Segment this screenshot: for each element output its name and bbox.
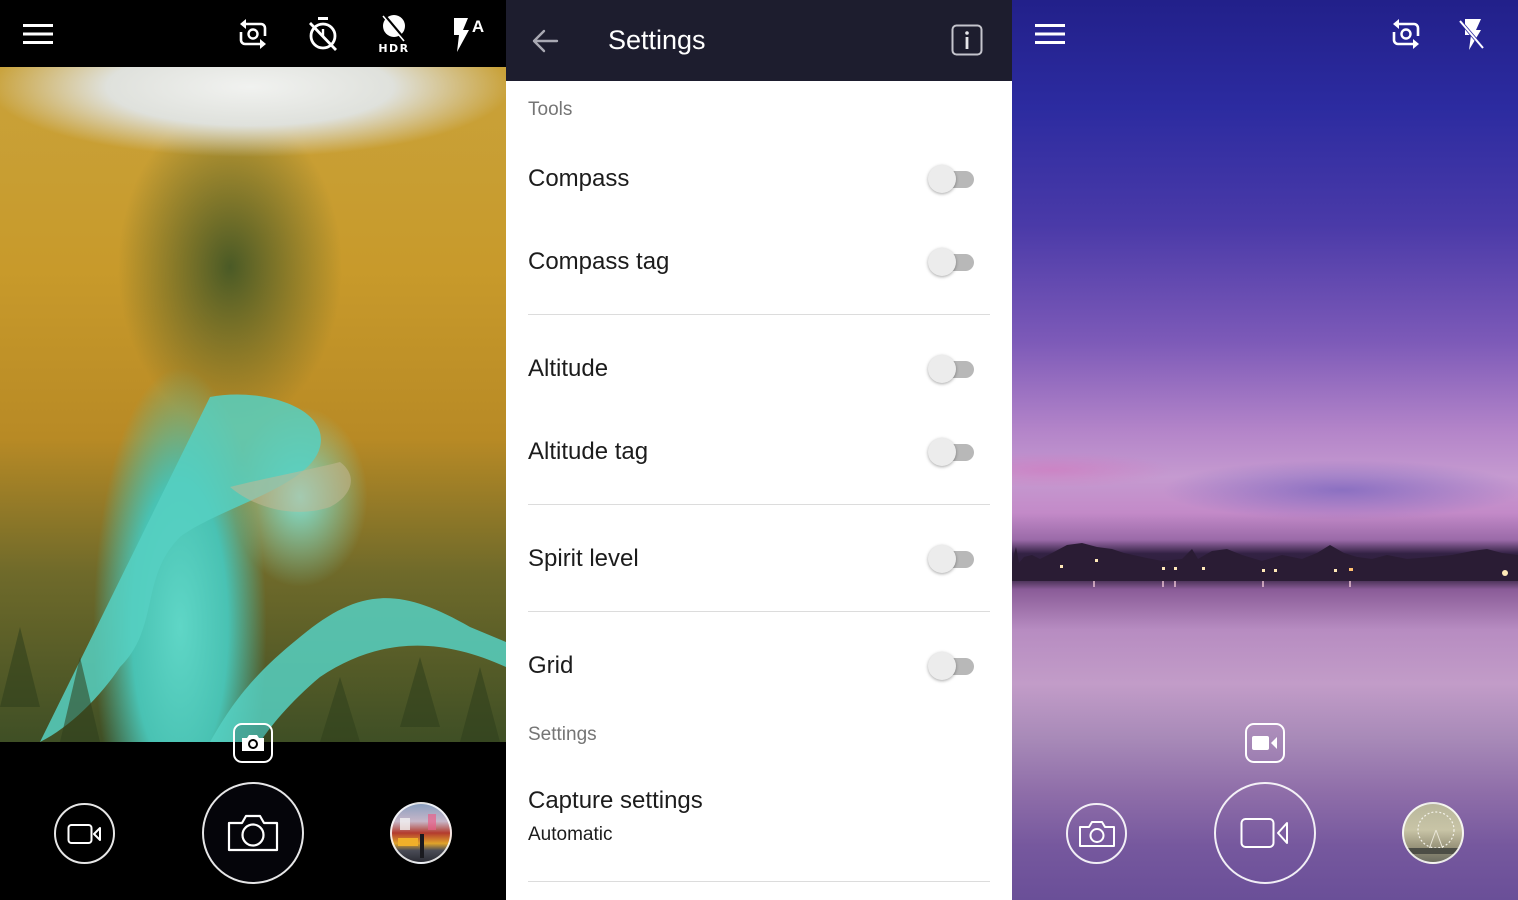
timer-button[interactable] (303, 14, 343, 54)
viewfinder-skyline (1012, 543, 1518, 587)
gallery-thumbnail-button[interactable] (1402, 802, 1464, 864)
flash-button[interactable]: A (446, 12, 490, 54)
video-mode-indicator (1245, 723, 1285, 763)
capture-settings-label: Capture settings (528, 787, 703, 814)
gallery-thumbnail-ferris-wheel (1408, 811, 1462, 854)
setting-row-compass-tag[interactable]: Compass tag (506, 220, 1012, 303)
hdr-button[interactable]: HDR (372, 12, 416, 56)
altitude-tag-toggle[interactable] (928, 437, 976, 467)
hdr-label: HDR (378, 42, 409, 55)
setting-label: Altitude tag (528, 437, 649, 465)
settings-screen: Settings Tools Compass Compass tag Altit… (506, 0, 1012, 900)
flash-off-icon (1458, 19, 1485, 50)
arrow-back-icon (532, 29, 559, 53)
page-title: Settings (608, 25, 706, 55)
capture-settings-value: Automatic (528, 824, 613, 845)
compass-tag-toggle[interactable] (928, 247, 976, 277)
divider (528, 611, 990, 612)
hamburger-menu-icon (1035, 24, 1065, 44)
timer-off-icon (308, 17, 338, 51)
camera-icon (227, 814, 279, 852)
setting-row-compass[interactable]: Compass (506, 137, 1012, 220)
divider (528, 314, 990, 315)
switch-to-video-button[interactable] (54, 803, 115, 864)
flash-button[interactable] (1454, 14, 1490, 54)
info-button[interactable] (950, 23, 984, 57)
video-camera-screen[interactable] (1012, 0, 1518, 900)
switch-camera-button[interactable] (232, 14, 274, 54)
settings-app-bar: Settings (506, 0, 1012, 81)
info-icon (951, 24, 983, 56)
switch-camera-button[interactable] (1386, 14, 1426, 54)
hdr-off-icon: HDR (378, 14, 409, 55)
camera-icon (1078, 820, 1115, 847)
camera-icon (242, 735, 264, 751)
video-camera-icon (67, 823, 101, 844)
photo-camera-toolbar: HDR A (0, 0, 506, 67)
gallery-thumbnail-button[interactable] (390, 802, 452, 864)
setting-label: Altitude (528, 354, 609, 382)
record-button[interactable] (1214, 782, 1316, 884)
setting-label: Compass tag (528, 247, 670, 275)
section-header-tools: Tools (528, 99, 573, 120)
setting-row-altitude[interactable]: Altitude (506, 327, 1012, 410)
setting-label: Spirit level (528, 544, 639, 572)
divider (528, 881, 990, 882)
hamburger-menu-icon (23, 24, 53, 44)
switch-camera-icon (239, 19, 267, 49)
section-header-settings: Settings (528, 724, 597, 745)
switch-camera-icon (1392, 19, 1420, 49)
camera-viewfinder-forest-river[interactable] (0, 67, 506, 742)
shutter-button[interactable] (202, 782, 304, 884)
menu-button[interactable] (1030, 16, 1070, 52)
spirit-level-toggle[interactable] (928, 544, 976, 574)
setting-row-capture-settings[interactable] (506, 770, 1012, 870)
camera-mode-indicator (233, 723, 273, 763)
video-camera-icon (1252, 736, 1277, 750)
setting-row-grid[interactable]: Grid (506, 624, 1012, 707)
video-camera-icon (1240, 818, 1288, 848)
setting-row-altitude-tag[interactable]: Altitude tag (506, 410, 1012, 493)
divider (528, 504, 990, 505)
flash-auto-icon: A (454, 17, 484, 52)
setting-row-spirit-level[interactable]: Spirit level (506, 517, 1012, 600)
grid-toggle[interactable] (928, 651, 976, 681)
altitude-toggle[interactable] (928, 354, 976, 384)
photo-camera-screen: HDR A (0, 0, 506, 900)
viewfinder-scene (0, 394, 506, 742)
setting-label: Compass (528, 164, 630, 192)
back-button[interactable] (528, 24, 562, 58)
setting-label: Grid (528, 651, 574, 679)
compass-toggle[interactable] (928, 164, 976, 194)
switch-to-photo-button[interactable] (1066, 803, 1127, 864)
flash-auto-label: A (472, 17, 484, 36)
menu-button[interactable] (18, 16, 58, 52)
